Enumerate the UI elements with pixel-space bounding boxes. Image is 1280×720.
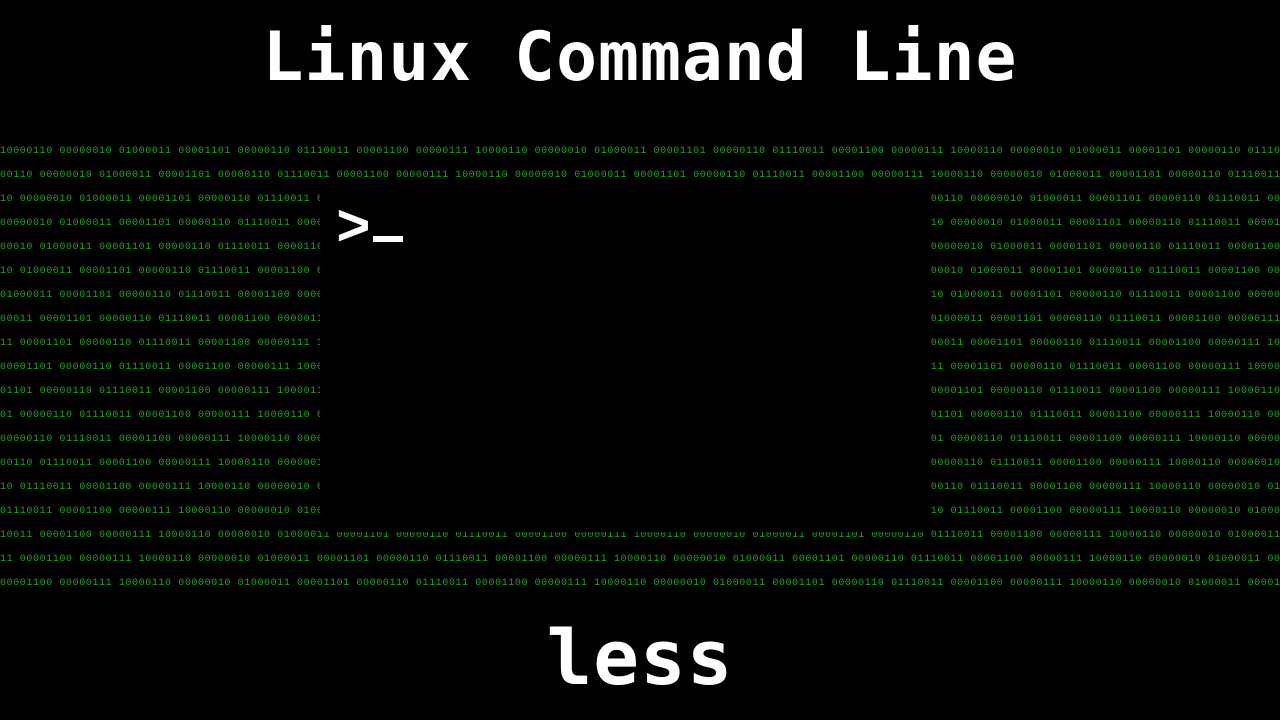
binary-row: 00110 00000010 01000011 00001101 0000011… [0,164,1280,188]
stage: Linux Command Line 10000110 00000010 010… [0,0,1280,720]
prompt-icon: > [336,198,403,263]
binary-row: 11 00001100 00000111 10000110 00000010 0… [0,548,1280,572]
page-title: Linux Command Line [0,18,1280,97]
binary-row: 00001100 00000111 10000110 00000010 0100… [0,572,1280,590]
terminal-window: > [320,192,930,532]
command-name: less [0,613,1280,702]
cursor-icon [373,236,403,242]
prompt-symbol: > [336,198,371,263]
binary-row: 10000110 00000010 01000011 00001101 0000… [0,140,1280,164]
